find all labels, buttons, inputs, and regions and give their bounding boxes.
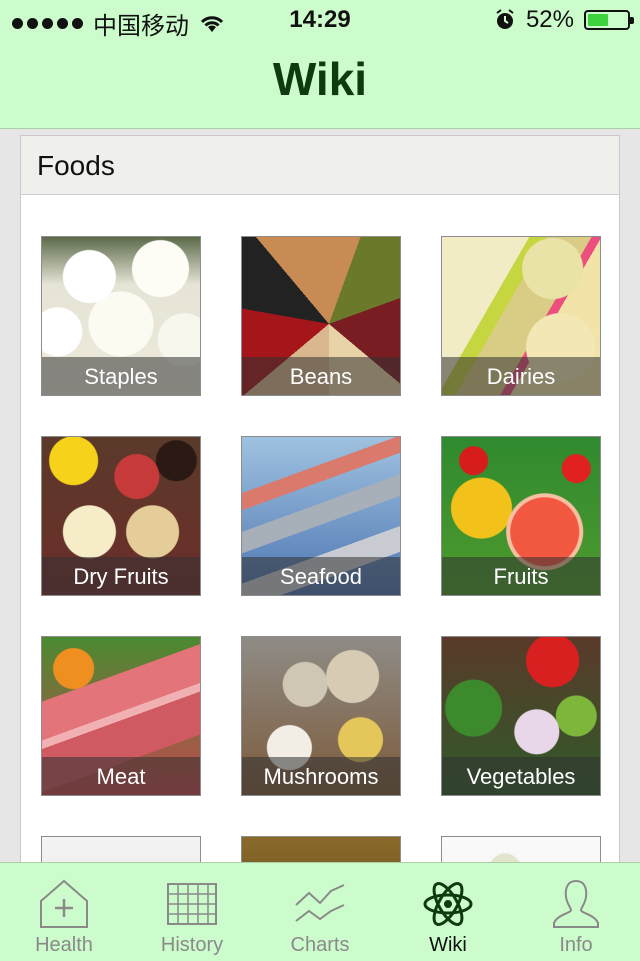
- food-tile-vegetables[interactable]: Vegetables: [441, 636, 601, 796]
- charts-icon: [295, 884, 345, 922]
- person-icon: [553, 879, 599, 928]
- navigation-bar: Wiki: [0, 40, 640, 129]
- food-tile-label: Seafood: [242, 557, 400, 595]
- food-tile-meat[interactable]: Meat: [41, 636, 201, 796]
- tab-label: Info: [559, 934, 593, 956]
- tab-bar: Health History Charts Wiki Info: [0, 862, 640, 961]
- tab-label: Wiki: [429, 934, 467, 956]
- alarm-clock-icon: [496, 9, 514, 29]
- food-tile-seafood[interactable]: Seafood: [241, 436, 401, 596]
- foods-section: Foods Staples Beans Dairies Dry Fruits Seafo…: [20, 135, 620, 895]
- food-tile-label: Meat: [42, 757, 200, 795]
- food-tile-mushrooms[interactable]: Mushrooms: [241, 636, 401, 796]
- tab-wiki[interactable]: Wiki: [384, 863, 512, 961]
- health-icon: [40, 879, 88, 928]
- food-tile-label: Fruits: [442, 557, 600, 595]
- status-right: 52%: [494, 6, 634, 34]
- atom-icon: [423, 882, 473, 926]
- food-tile-label: Beans: [242, 357, 400, 395]
- food-tile-dairies[interactable]: Dairies: [441, 236, 601, 396]
- food-tile-beans[interactable]: Beans: [241, 236, 401, 396]
- tab-info[interactable]: Info: [512, 863, 640, 961]
- tab-label: History: [160, 934, 224, 956]
- battery-icon: [584, 10, 634, 30]
- page-title: Wiki: [272, 53, 368, 105]
- food-tile-label: Vegetables: [442, 757, 600, 795]
- tab-history[interactable]: History: [128, 863, 256, 961]
- tab-label: Health: [35, 934, 93, 956]
- status-bar: 中国移动 14:29 52%: [0, 0, 640, 40]
- food-tile-label: Dry Fruits: [42, 557, 200, 595]
- tab-label: Charts: [290, 934, 350, 956]
- battery-level: [588, 14, 608, 26]
- battery-percent: 52%: [525, 6, 574, 33]
- tab-charts[interactable]: Charts: [256, 863, 384, 961]
- food-tile-label: Mushrooms: [242, 757, 400, 795]
- food-tile-fruits[interactable]: Fruits: [441, 436, 601, 596]
- food-tile-label: Dairies: [442, 357, 600, 395]
- tab-health[interactable]: Health: [0, 863, 128, 961]
- section-title: Foods: [21, 136, 619, 195]
- food-tile-label: Staples: [42, 357, 200, 395]
- history-icon: [167, 883, 217, 925]
- food-tile-staples[interactable]: Staples: [41, 236, 201, 396]
- food-tile-dryfruits[interactable]: Dry Fruits: [41, 436, 201, 596]
